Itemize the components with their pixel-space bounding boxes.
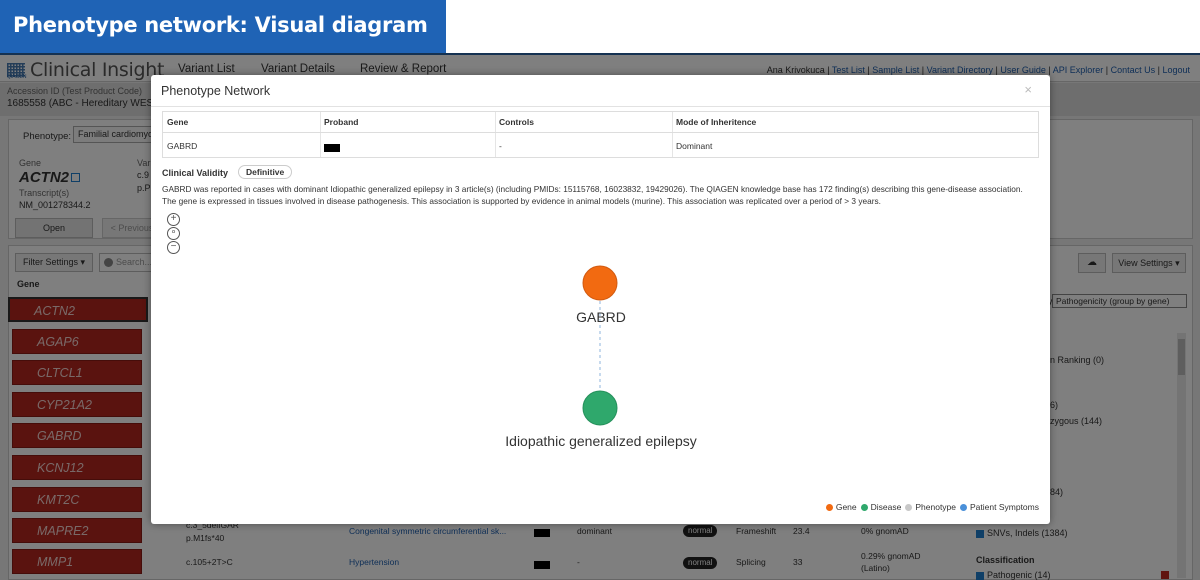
legend-gene: Gene [835, 502, 857, 512]
disease-legend-dot-icon [860, 503, 868, 511]
gene-node[interactable] [582, 265, 618, 301]
legend-disease: Disease [870, 502, 902, 512]
graph-legend: Gene Disease Phenotype Patient Symptoms [822, 502, 1039, 512]
patient-symptoms-legend-dot-icon [960, 503, 968, 511]
gene-legend-dot-icon [825, 503, 833, 511]
gene-node-label: GABRD [576, 309, 626, 325]
title-banner: Phenotype network: Visual diagram [0, 0, 446, 53]
disease-node[interactable] [582, 390, 618, 426]
disease-node-label: Idiopathic generalized epilepsy [505, 433, 697, 449]
network-graph[interactable] [151, 75, 1050, 524]
banner-title: Phenotype network: Visual diagram [13, 13, 428, 37]
phenotype-legend-dot-icon [905, 503, 913, 511]
legend-patient-symptoms: Patient Symptoms [970, 502, 1039, 512]
phenotype-network-modal: Phenotype Network × Gene Proband Control… [151, 75, 1050, 524]
legend-phenotype: Phenotype [915, 502, 957, 512]
